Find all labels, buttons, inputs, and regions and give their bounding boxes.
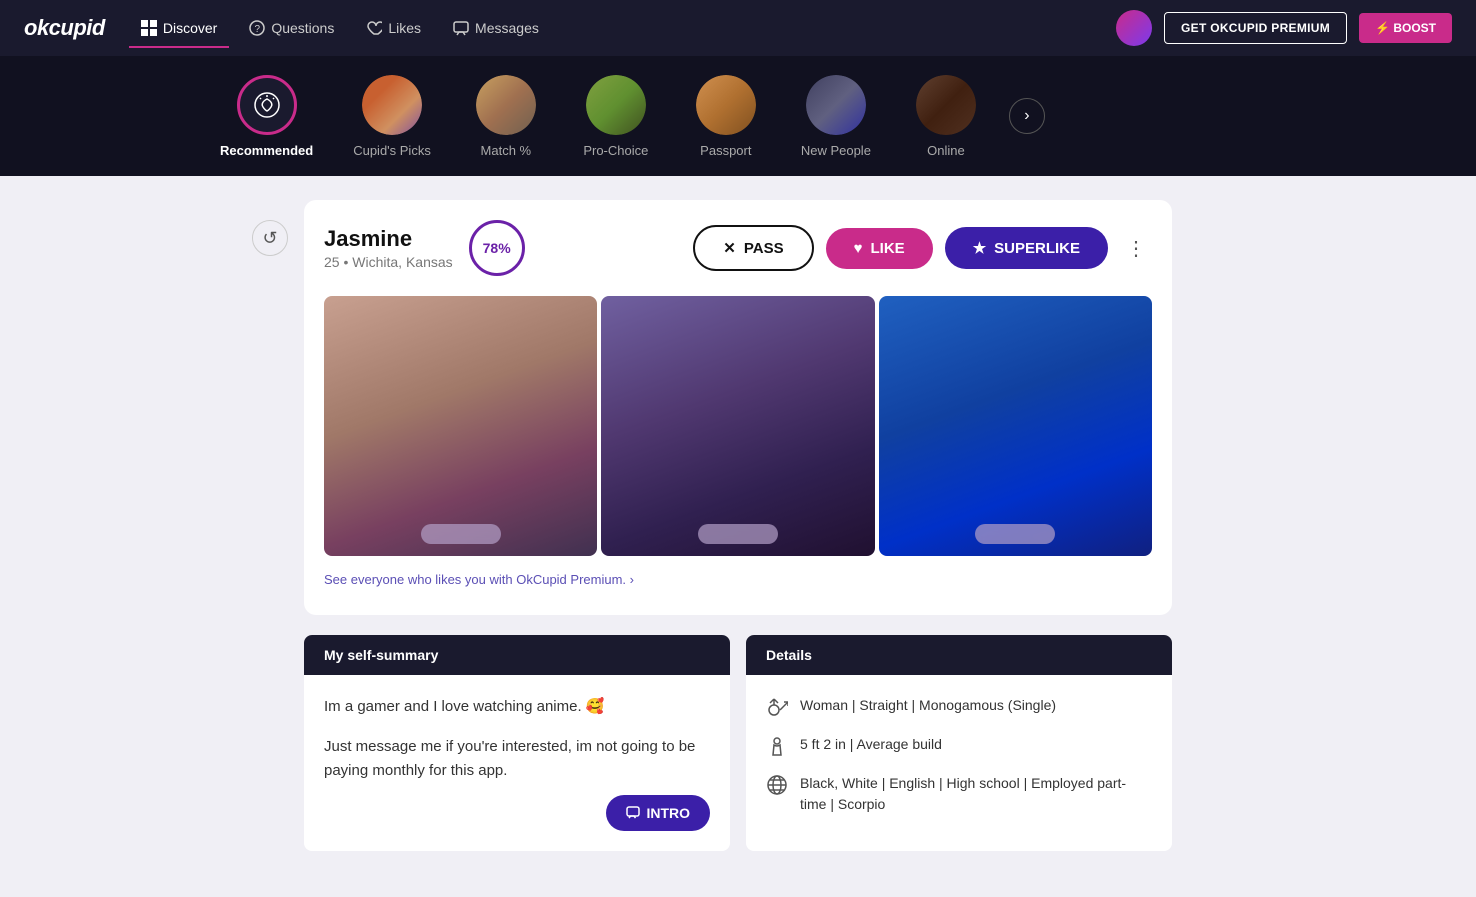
- category-cupids-picks-label: Cupid's Picks: [353, 143, 431, 158]
- pass-button[interactable]: ✕ PASS: [693, 225, 813, 271]
- detail-gender: Woman | Straight | Monogamous (Single): [766, 695, 1152, 718]
- heart-pink-icon: ♥: [854, 240, 863, 257]
- detail-height: 5 ft 2 in | Average build: [766, 734, 1152, 757]
- category-cupids-picks[interactable]: Cupid's Picks: [333, 63, 451, 170]
- action-buttons: ✕ PASS ♥ LIKE ★ SUPERLIKE ⋮: [693, 225, 1152, 271]
- category-bar: Recommended Cupid's Picks Match % Pro-Ch…: [0, 56, 1476, 176]
- nav-likes[interactable]: Likes: [354, 12, 433, 44]
- photo-1[interactable]: [324, 296, 597, 556]
- nav-discover[interactable]: Discover: [129, 12, 229, 44]
- cupids-picks-image: [362, 75, 422, 135]
- pro-choice-image: [586, 75, 646, 135]
- category-online[interactable]: Online: [891, 63, 1001, 170]
- user-avatar[interactable]: [1116, 10, 1152, 46]
- gender-icon: [766, 696, 788, 718]
- new-people-image: [806, 75, 866, 135]
- self-summary-body: Im a gamer and I love watching anime. 🥰 …: [304, 675, 730, 803]
- boost-button[interactable]: ⚡ BOOST: [1359, 13, 1452, 43]
- photos-grid: [324, 296, 1152, 556]
- like-button[interactable]: ♥ LIKE: [826, 228, 933, 269]
- svg-text:?: ?: [255, 24, 261, 35]
- nav-messages[interactable]: Messages: [441, 12, 551, 44]
- profile-name: Jasmine: [324, 226, 453, 252]
- profile-header: Jasmine 25 • Wichita, Kansas 78% ✕ PASS …: [324, 220, 1152, 276]
- category-new-people[interactable]: New People: [781, 63, 891, 170]
- match-percent-badge: 78%: [469, 220, 525, 276]
- detail-background: Black, White | English | High school | E…: [766, 773, 1152, 815]
- premium-likes-prompt[interactable]: See everyone who likes you with OkCupid …: [324, 568, 1152, 595]
- superlike-button[interactable]: ★ SUPERLIKE: [945, 227, 1108, 269]
- profile-card: ↺ Jasmine 25 • Wichita, Kansas 78% ✕ PAS…: [304, 200, 1172, 615]
- details-section: Details Woman | Straight | Monogamous (S…: [746, 635, 1172, 851]
- navbar: okcupid Discover ? Questions Likes Messa…: [0, 0, 1476, 56]
- category-passport[interactable]: Passport: [671, 63, 781, 170]
- profile-age-location: 25 • Wichita, Kansas: [324, 254, 453, 270]
- heart-icon: [366, 20, 382, 36]
- profile-identity: Jasmine 25 • Wichita, Kansas: [324, 226, 453, 270]
- online-image: [916, 75, 976, 135]
- category-pro-choice-label: Pro-Choice: [583, 143, 648, 158]
- photo-3[interactable]: [879, 296, 1152, 556]
- category-match-label: Match %: [481, 143, 532, 158]
- x-icon: ✕: [723, 239, 736, 257]
- chat-icon: [626, 806, 640, 820]
- details-body: Woman | Straight | Monogamous (Single) 5…: [746, 675, 1172, 851]
- match-image: [476, 75, 536, 135]
- category-recommended[interactable]: Recommended: [200, 63, 333, 170]
- brand-logo: okcupid: [24, 15, 105, 41]
- photo-3-blur-badge: [975, 524, 1055, 544]
- photo-2-blur-badge: [698, 524, 778, 544]
- grid-icon: [141, 20, 157, 36]
- category-online-label: Online: [927, 143, 965, 158]
- more-options-button[interactable]: ⋮: [1120, 232, 1152, 264]
- self-summary-section: My self-summary Im a gamer and I love wa…: [304, 635, 730, 851]
- category-passport-label: Passport: [700, 143, 751, 158]
- details-header: Details: [746, 635, 1172, 675]
- photo-2[interactable]: [601, 296, 874, 556]
- message-icon: [453, 20, 469, 36]
- info-sections: My self-summary Im a gamer and I love wa…: [304, 635, 1172, 851]
- star-icon: ★: [973, 239, 986, 257]
- premium-button[interactable]: GET OKCUPID PREMIUM: [1164, 12, 1347, 44]
- intro-button[interactable]: INTRO: [606, 795, 710, 831]
- category-new-people-label: New People: [801, 143, 871, 158]
- self-summary-header: My self-summary: [304, 635, 730, 675]
- back-button[interactable]: ↺: [252, 220, 288, 256]
- nav-right: GET OKCUPID PREMIUM ⚡ BOOST: [1116, 10, 1452, 46]
- self-summary-text: Im a gamer and I love watching anime. 🥰 …: [324, 695, 710, 783]
- height-icon: [766, 735, 788, 757]
- globe-icon: [766, 774, 788, 796]
- category-pro-choice[interactable]: Pro-Choice: [561, 63, 671, 170]
- nav-questions[interactable]: ? Questions: [237, 12, 346, 44]
- main-content: ↺ Jasmine 25 • Wichita, Kansas 78% ✕ PAS…: [288, 200, 1188, 851]
- photo-1-blur-badge: [421, 524, 501, 544]
- question-icon: ?: [249, 20, 265, 36]
- category-match[interactable]: Match %: [451, 63, 561, 170]
- category-recommended-label: Recommended: [220, 143, 313, 158]
- passport-image: [696, 75, 756, 135]
- categories-next-button[interactable]: ›: [1009, 98, 1045, 134]
- recommended-icon: [237, 75, 297, 135]
